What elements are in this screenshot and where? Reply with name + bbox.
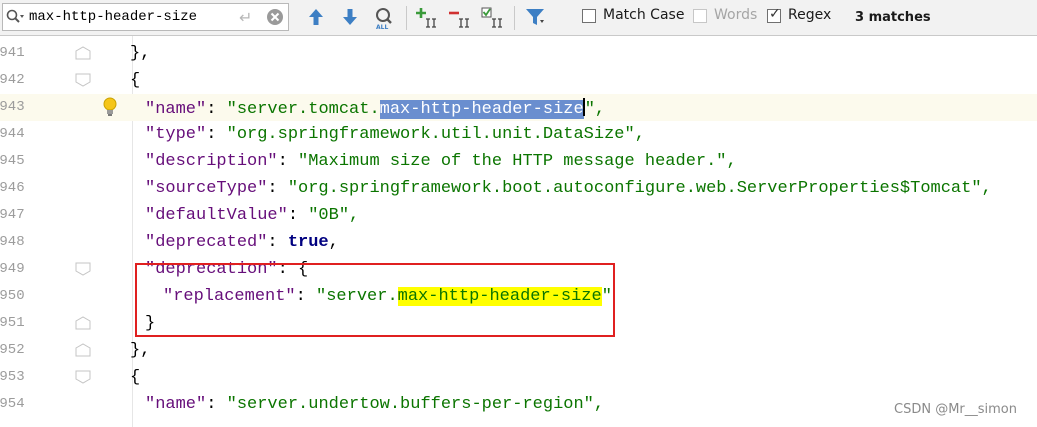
line-number: 7945: [0, 153, 25, 169]
line-number: 7944: [0, 126, 25, 142]
code-text: {: [130, 368, 141, 387]
words-label: Words: [714, 7, 758, 23]
remove-selection-icon[interactable]: [448, 6, 472, 35]
code-line[interactable]: 7942 {: [0, 67, 1037, 94]
search-input[interactable]: max-http-header-size: [29, 9, 197, 25]
fold-start-icon[interactable]: [75, 370, 91, 389]
line-number: 7949: [0, 261, 25, 277]
annotation-highlight-box: [135, 263, 615, 337]
add-selection-icon[interactable]: [415, 6, 439, 35]
fold-end-icon[interactable]: [75, 316, 91, 335]
find-toolbar: max-http-header-size ↵ ALL Match Case Wo…: [0, 0, 1037, 36]
match-case-label: Match Case: [603, 7, 685, 23]
regex-label: Regex: [788, 7, 832, 23]
code-text: "defaultValue": "0B",: [145, 206, 360, 225]
line-number: 7953: [0, 369, 25, 385]
watermark: CSDN @Mr__simon: [894, 402, 1017, 417]
code-line[interactable]: 7941 },: [0, 40, 1037, 67]
line-number: 7951: [0, 315, 25, 331]
code-text: "name": "server.tomcat.max-http-header-s…: [145, 98, 606, 119]
previous-occurrence-icon[interactable]: [306, 6, 326, 33]
next-occurrence-icon[interactable]: [340, 6, 360, 33]
line-number: 7941: [0, 45, 25, 61]
code-text: "description": "Maximum size of the HTTP…: [145, 152, 737, 171]
line-number: 7950: [0, 288, 25, 304]
match-case-checkbox[interactable]: [582, 9, 596, 23]
fold-end-icon[interactable]: [75, 46, 91, 65]
check-icon: ✓: [769, 6, 781, 22]
clear-icon[interactable]: [266, 8, 284, 31]
line-number: 7943: [0, 99, 25, 115]
current-code-line[interactable]: 7943 "name": "server.tomcat.max-http-hea…: [0, 94, 1037, 121]
fold-end-icon[interactable]: [75, 343, 91, 362]
line-number: 7946: [0, 180, 25, 196]
code-editor[interactable]: 7941 }, 7942 { 7943 "name": "server.tomc…: [0, 36, 1037, 427]
code-text: "type": "org.springframework.util.unit.D…: [145, 125, 645, 144]
line-number: 7948: [0, 234, 25, 250]
code-line[interactable]: 7953 {: [0, 364, 1037, 391]
select-all-occurrences-icon[interactable]: [480, 6, 506, 35]
code-line[interactable]: 7944 "type": "org.springframework.util.u…: [0, 121, 1037, 148]
fold-start-icon[interactable]: [75, 262, 91, 281]
line-number: 7947: [0, 207, 25, 223]
code-text: "sourceType": "org.springframework.boot.…: [145, 179, 992, 198]
code-text: },: [130, 341, 151, 360]
selected-match: max-http-header-size: [379, 100, 584, 119]
code-text: },: [130, 44, 151, 63]
search-field[interactable]: max-http-header-size ↵: [2, 3, 289, 31]
line-number: 7954: [0, 396, 25, 412]
code-line[interactable]: 7954 "name": "server.undertow.buffers-pe…: [0, 391, 1037, 418]
svg-text:ALL: ALL: [376, 24, 388, 30]
code-line[interactable]: 7947 "defaultValue": "0B",: [0, 202, 1037, 229]
search-icon[interactable]: [6, 9, 26, 30]
code-text: "name": "server.undertow.buffers-per-reg…: [145, 395, 605, 414]
filter-icon[interactable]: [524, 6, 546, 33]
fold-start-icon[interactable]: [75, 73, 91, 92]
line-number: 7942: [0, 72, 25, 88]
code-line[interactable]: 7952 },: [0, 337, 1037, 364]
line-number: 7952: [0, 342, 25, 358]
match-count: 3 matches: [855, 10, 931, 25]
toolbar-separator: [514, 6, 515, 30]
toolbar-separator: [406, 6, 407, 30]
code-line[interactable]: 7948 "deprecated": true,: [0, 229, 1037, 256]
words-checkbox[interactable]: [693, 9, 707, 23]
find-all-icon[interactable]: ALL: [372, 6, 396, 35]
enter-icon: ↵: [239, 8, 253, 27]
regex-checkbox[interactable]: ✓: [767, 6, 781, 23]
code-line[interactable]: 7946 "sourceType": "org.springframework.…: [0, 175, 1037, 202]
code-line[interactable]: 7945 "description": "Maximum size of the…: [0, 148, 1037, 175]
lightbulb-icon[interactable]: [102, 97, 118, 122]
code-text: "deprecated": true,: [145, 233, 339, 252]
code-text: {: [130, 71, 141, 90]
